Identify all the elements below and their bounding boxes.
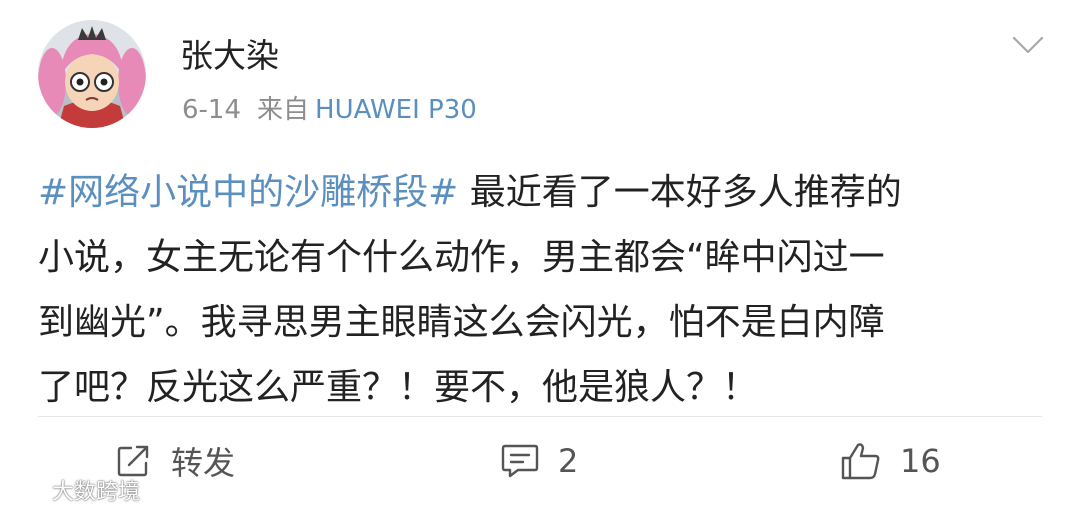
source-device-link[interactable]: HUAWEI P30 xyxy=(315,95,477,125)
anime-avatar-icon xyxy=(38,20,146,128)
content-line: #网络小说中的沙雕桥段# 最近看了一本好多人推荐的 xyxy=(38,160,1048,225)
watermark: 大数跨境 xyxy=(8,474,140,506)
like-button[interactable]: 16 xyxy=(840,438,941,484)
comment-count: 2 xyxy=(558,442,579,480)
avatar[interactable] xyxy=(38,20,146,128)
post-content: #网络小说中的沙雕桥段# 最近看了一本好多人推荐的 小说，女主无论有个什么动作，… xyxy=(38,160,1048,420)
thumbs-up-icon xyxy=(841,443,880,480)
chevron-down-icon xyxy=(1012,36,1044,54)
weibo-logo-icon xyxy=(9,476,47,503)
repost-label: 转发 xyxy=(171,444,236,482)
watermark-text: 大数跨境 xyxy=(52,480,141,505)
content-text: 最近看了一本好多人推荐的 xyxy=(458,172,902,213)
username[interactable]: 张大染 xyxy=(180,34,279,78)
topic-hashtag-link[interactable]: #网络小说中的沙雕桥段# xyxy=(38,172,458,213)
content-line: 到幽光”。我寻思男主眼睛这么会闪光，怕不是白内障 xyxy=(38,302,885,343)
comment-button[interactable]: 2 xyxy=(500,438,578,484)
divider xyxy=(38,416,1042,417)
post-meta: 6-14 来自 HUAWEI P30 xyxy=(182,92,477,128)
comment-icon xyxy=(501,444,539,478)
post-menu-button[interactable] xyxy=(1010,30,1046,58)
post-date: 6-14 xyxy=(182,95,242,125)
like-count: 16 xyxy=(900,442,941,480)
content-line: 了吧？反光这么严重？！要不，他是狼人？！ xyxy=(38,367,759,408)
source-prefix: 来自 xyxy=(257,95,310,125)
content-line: 小说，女主无论有个什么动作，男主都会“眸中闪过一 xyxy=(38,237,885,278)
